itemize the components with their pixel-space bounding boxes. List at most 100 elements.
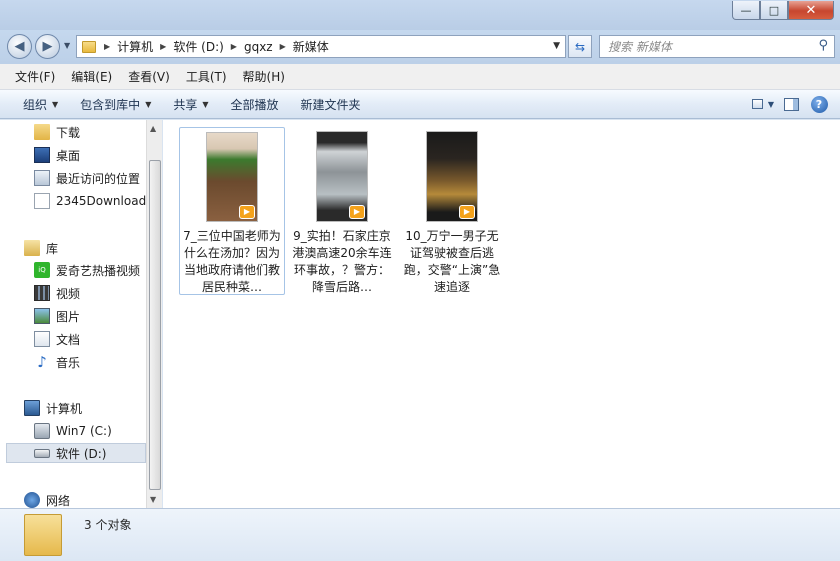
- navigation-scrollbar[interactable]: ▲ ▼: [146, 120, 162, 508]
- document-icon: [34, 193, 50, 209]
- nav-item-label: 最近访问的位置: [56, 171, 141, 186]
- share-label: 共享: [173, 97, 198, 112]
- include-library-button[interactable]: 包含到库中 ▼: [69, 96, 162, 113]
- nav-item-computer[interactable]: 计算机: [24, 398, 82, 418]
- change-view-button[interactable]: ▼: [752, 94, 774, 114]
- nav-item-label: 视频: [56, 286, 81, 301]
- help-button[interactable]: ?: [808, 94, 830, 114]
- preview-pane-button[interactable]: [780, 94, 802, 114]
- address-bar[interactable]: ▶ 计算机 ▶ 软件 (D:) ▶ gqxz ▶ 新媒体 ▼: [76, 35, 566, 58]
- nav-item-videos[interactable]: 视频: [34, 283, 80, 303]
- item-count: 3 个对象: [84, 518, 132, 532]
- chevron-right-icon[interactable]: ▶: [100, 42, 114, 51]
- nav-item-label: 桌面: [56, 148, 81, 163]
- folder-icon: [82, 40, 96, 53]
- nav-item-downloads[interactable]: 下载: [34, 122, 80, 142]
- nav-item-label: 下载: [56, 125, 81, 140]
- minimize-button[interactable]: —: [732, 1, 760, 20]
- forward-button[interactable]: ▶: [35, 34, 60, 59]
- address-history-dropdown[interactable]: ▼: [553, 41, 560, 51]
- nav-item-label: Win7 (C:): [56, 424, 112, 438]
- nav-item-music[interactable]: ♪ 音乐: [34, 352, 80, 372]
- breadcrumb-drive-d[interactable]: 软件 (D:): [170, 38, 226, 55]
- chevron-right-icon[interactable]: ▶: [276, 42, 290, 51]
- chevron-down-icon: ▼: [145, 99, 152, 109]
- menu-tools[interactable]: 工具(T): [178, 68, 235, 85]
- nav-item-label: 爱奇艺热播视频: [56, 263, 141, 278]
- play-all-button[interactable]: 全部播放: [220, 96, 290, 113]
- back-arrow-icon: ◀: [14, 39, 25, 54]
- search-input[interactable]: 搜索 新媒体 ⚲: [599, 35, 835, 58]
- view-icon: [752, 99, 763, 109]
- nav-item-libraries[interactable]: 库: [24, 238, 58, 258]
- recent-pages-dropdown[interactable]: ▼: [64, 41, 70, 50]
- scrollbar-thumb[interactable]: [149, 160, 161, 490]
- network-icon: [24, 492, 40, 508]
- breadcrumb-current[interactable]: 新媒体: [290, 38, 332, 55]
- menu-edit[interactable]: 编辑(E): [63, 68, 120, 85]
- refresh-icon: ⇆: [574, 39, 586, 54]
- recent-places-icon: [34, 170, 50, 186]
- nav-item-pictures[interactable]: 图片: [34, 306, 80, 326]
- menu-help[interactable]: 帮助(H): [235, 68, 293, 85]
- new-folder-button[interactable]: 新建文件夹: [290, 96, 372, 113]
- search-icon[interactable]: ⚲: [818, 38, 828, 53]
- organize-button[interactable]: 组织 ▼: [12, 96, 69, 113]
- file-item[interactable]: ▶ 9_实拍！石家庄京港澳高速20余车连环事故，？警方：降雪后路…: [289, 127, 395, 295]
- nav-item-label: 图片: [56, 309, 81, 324]
- video-thumbnail: ▶: [206, 132, 258, 222]
- nav-item-documents[interactable]: 文档: [34, 329, 80, 349]
- chevron-right-icon[interactable]: ▶: [227, 42, 241, 51]
- desktop-icon: [34, 147, 50, 163]
- nav-item-recent[interactable]: 最近访问的位置: [34, 168, 140, 188]
- chevron-down-icon: ▼: [52, 99, 59, 109]
- play-icon: ▶: [239, 204, 255, 219]
- nav-item-drive-c[interactable]: Win7 (C:): [34, 421, 112, 441]
- nav-item-2345downloads[interactable]: 2345Downloads: [34, 191, 152, 211]
- window-controls: — □ ✕: [732, 1, 834, 20]
- nav-item-drive-d[interactable]: 软件 (D:): [6, 443, 146, 463]
- nav-item-label: 2345Downloads: [56, 194, 153, 208]
- music-note-icon: ♪: [37, 353, 47, 371]
- file-item[interactable]: ▶ 10_万宁一男子无证驾驶被查后逃跑，交警“上演”急速追逐: [399, 127, 505, 295]
- chevron-right-icon[interactable]: ▶: [156, 42, 170, 51]
- video-library-icon: [34, 285, 50, 301]
- video-thumbnail: ▶: [426, 131, 478, 222]
- share-button[interactable]: 共享 ▼: [162, 96, 219, 113]
- breadcrumb-gqxz[interactable]: gqxz: [241, 40, 276, 54]
- file-name: 7_三位中国老师为什么在汤加？因为当地政府请他们教居民种菜…: [183, 228, 281, 294]
- play-icon: ▶: [349, 204, 365, 219]
- picture-library-icon: [34, 308, 50, 324]
- iqiyi-icon: iQ: [34, 262, 50, 278]
- video-thumbnail: ▶: [316, 131, 368, 222]
- back-button[interactable]: ◀: [7, 34, 32, 59]
- scroll-down-icon[interactable]: ▼: [150, 495, 156, 504]
- nav-item-desktop[interactable]: 桌面: [34, 145, 80, 165]
- nav-item-label: 音乐: [56, 355, 81, 370]
- maximize-button[interactable]: □: [760, 1, 788, 20]
- menu-file[interactable]: 文件(F): [7, 68, 63, 85]
- menu-view[interactable]: 查看(V): [120, 68, 178, 85]
- scroll-up-icon[interactable]: ▲: [150, 124, 156, 133]
- command-bar: 组织 ▼ 包含到库中 ▼ 共享 ▼ 全部播放 新建文件夹 ▼ ?: [0, 90, 840, 119]
- file-name: 10_万宁一男子无证驾驶被查后逃跑，交警“上演”急速追逐: [403, 228, 501, 294]
- library-icon: [24, 240, 40, 256]
- breadcrumb-computer[interactable]: 计算机: [114, 38, 156, 55]
- include-library-label: 包含到库中: [80, 97, 141, 112]
- close-button[interactable]: ✕: [788, 1, 834, 20]
- help-icon: ?: [810, 95, 828, 113]
- nav-item-label: 网络: [46, 493, 71, 508]
- file-item[interactable]: ▶ 7_三位中国老师为什么在汤加？因为当地政府请他们教居民种菜…: [179, 127, 285, 295]
- document-library-icon: [34, 331, 50, 347]
- menu-bar: 文件(F) 编辑(E) 查看(V) 工具(T) 帮助(H): [0, 64, 840, 90]
- windows-drive-icon: [34, 423, 50, 439]
- address-row: ◀ ▶ ▼ ▶ 计算机 ▶ 软件 (D:) ▶ gqxz ▶ 新媒体 ▼ ⇆ 搜…: [0, 30, 840, 64]
- refresh-button[interactable]: ⇆: [568, 35, 592, 58]
- nav-item-iqiyi[interactable]: iQ 爱奇艺热播视频: [34, 260, 140, 280]
- search-placeholder: 搜索 新媒体: [608, 40, 672, 54]
- navigation-pane: 下载 桌面 最近访问的位置 2345Downloads 库 iQ 爱奇艺热播视频…: [0, 120, 162, 508]
- organize-label: 组织: [23, 97, 48, 112]
- details-pane: 3 个对象: [0, 508, 840, 561]
- file-name: 9_实拍！石家庄京港澳高速20余车连环事故，？警方：降雪后路…: [292, 228, 392, 294]
- nav-item-network[interactable]: 网络: [24, 490, 70, 508]
